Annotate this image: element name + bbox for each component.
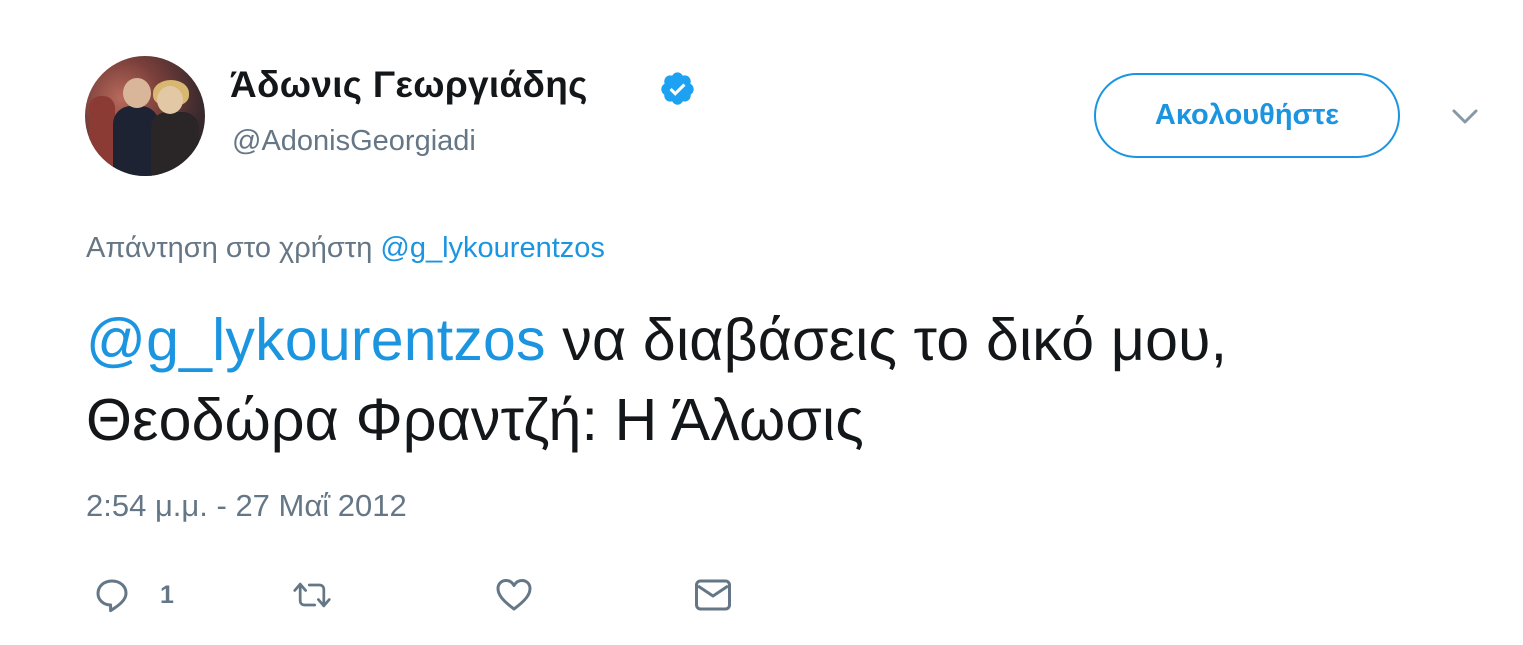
like-action[interactable] [494,575,534,615]
avatar-figure [157,86,183,114]
envelope-icon [695,579,731,611]
tweet-text: @g_lykourentzos να διαβάσεις το δικό μου… [86,300,1466,460]
reply-count: 1 [160,580,174,609]
user-handle[interactable]: @AdonisGeorgiadi [232,125,476,158]
avatar[interactable] [85,56,205,176]
heart-icon [496,579,532,611]
avatar-figure [151,112,199,176]
chevron-down-icon[interactable] [1446,102,1484,132]
reply-context-prefix: Απάντηση στο χρήστη [86,232,381,264]
reply-context: Απάντηση στο χρήστη @g_lykourentzos [86,232,605,265]
reply-mention-link[interactable]: @g_lykourentzos [380,232,605,264]
message-action[interactable] [693,575,733,615]
user-display-name[interactable]: Άδωνις Γεωργιάδης [230,64,588,106]
retweet-action[interactable] [292,575,332,615]
verified-badge-icon [661,72,694,105]
avatar-figure [89,96,115,176]
follow-button[interactable]: Ακολουθήστε [1094,73,1400,158]
avatar-figure [123,78,151,108]
tweet-text-line1: να διαβάσεις το δικό μου, [545,307,1228,373]
tweet-text-line2: Θεοδώρα Φραντζή: Η Άλωσις [86,387,864,453]
tweet-mention-link[interactable]: @g_lykourentzos [86,307,546,373]
tweet-timestamp[interactable]: 2:54 μ.μ. - 27 Μαΐ 2012 [86,488,407,524]
reply-icon [96,579,128,613]
retweet-icon [293,582,331,608]
reply-action[interactable]: 1 [92,575,174,615]
